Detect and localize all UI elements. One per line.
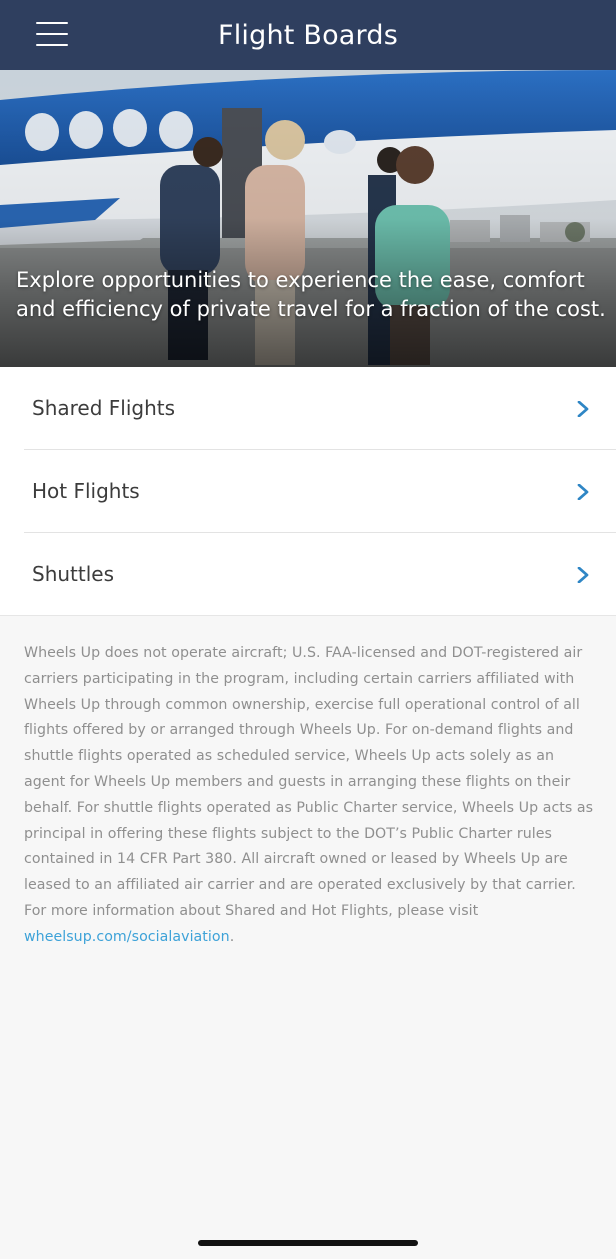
home-indicator[interactable] [198, 1240, 418, 1246]
social-aviation-link[interactable]: wheelsup.com/socialaviation [24, 929, 230, 945]
list-item-label: Shared Flights [32, 396, 176, 420]
list-item-label: Hot Flights [32, 479, 140, 503]
top-nav-bar: Flight Boards [0, 0, 616, 70]
list-item-label: Shuttles [32, 562, 115, 586]
list-item-hot-flights[interactable]: Hot Flights [24, 450, 616, 533]
chevron-right-icon [577, 484, 589, 500]
hero-caption: Explore opportunities to experience the … [16, 268, 606, 321]
flight-boards-list: Shared Flights Hot Flights Shuttles [0, 367, 616, 616]
list-item-shared-flights[interactable]: Shared Flights [24, 367, 616, 450]
disclaimer-end: . [229, 928, 235, 945]
chevron-right-icon [577, 567, 589, 583]
legal-disclaimer: Wheels Up does not operate aircraft; U.S… [24, 641, 596, 951]
hero-banner: Explore opportunities to experience the … [0, 70, 616, 367]
chevron-right-icon [577, 401, 589, 417]
disclaimer-text: Wheels Up does not operate aircraft; U.S… [24, 645, 594, 919]
page-title: Flight Boards [218, 20, 398, 51]
list-item-shuttles[interactable]: Shuttles [24, 533, 616, 616]
